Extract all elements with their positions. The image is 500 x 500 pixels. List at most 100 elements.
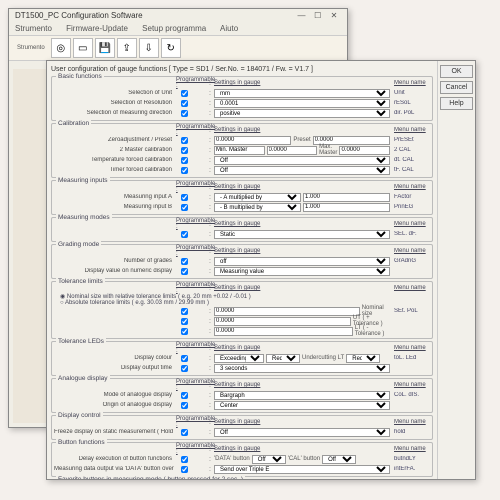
extra-input[interactable] xyxy=(303,193,390,202)
row-control: LT ( - Tolerance ) xyxy=(214,325,390,337)
dialog-side-buttons: OK Cancel Help xyxy=(437,61,475,479)
group-tol: Tolerance limitsProgrammable ::Settings … xyxy=(51,281,433,339)
row-control: - B multiplied by xyxy=(214,203,390,212)
select-exceed[interactable]: Exceeding UT xyxy=(214,354,264,363)
row-control: Off xyxy=(214,428,390,437)
programmable-checkbox[interactable] xyxy=(176,426,206,439)
tool-refresh-icon[interactable]: ↻ xyxy=(161,38,181,58)
value-select[interactable]: Static xyxy=(214,230,390,239)
select-b[interactable]: Off xyxy=(322,455,356,464)
tool-open-icon[interactable]: ▭ xyxy=(73,38,93,58)
group-label: Calibration xyxy=(56,120,91,127)
select-a[interactable]: Off xyxy=(252,455,286,464)
main-title: DT1500_PC Configuration Software xyxy=(15,11,143,20)
group-btnfn: Button functionsProgrammable ::Settings … xyxy=(51,442,433,477)
col-settings: Settings in gauge xyxy=(214,184,390,190)
row-label: Temperature forced calibration xyxy=(54,157,174,163)
group-label: Basic functions xyxy=(56,73,104,80)
maximize-icon[interactable]: ☐ xyxy=(311,11,325,20)
value-select[interactable]: - B multiplied by xyxy=(214,203,301,212)
cancel-button[interactable]: Cancel xyxy=(440,81,473,94)
value-select[interactable]: Off xyxy=(214,156,390,165)
value-select[interactable]: off xyxy=(214,257,390,266)
value-select[interactable]: Bargraph xyxy=(214,391,390,400)
programmable-checkbox[interactable] xyxy=(176,463,206,476)
menu-name: dt. CAL xyxy=(392,157,430,163)
extra-input[interactable] xyxy=(339,146,390,155)
row-control: 'DATA' buttonOff'CAL' buttonOff xyxy=(214,455,390,464)
row-label: Measuring input A xyxy=(54,194,174,200)
config-title: User configuration of gauge functions [ … xyxy=(51,64,433,76)
menu-setup[interactable]: Setup programma xyxy=(142,24,206,33)
programmable-checkbox[interactable] xyxy=(176,399,206,412)
menu-name: PrESEt xyxy=(392,137,430,143)
row-label: Mode of analogue display xyxy=(54,392,174,398)
col-menu: Menu name xyxy=(392,382,430,388)
menu-name: SEL. dF. xyxy=(392,231,430,237)
value-select[interactable]: 3 seconds xyxy=(214,364,390,373)
col-settings: Settings in gauge xyxy=(214,285,390,291)
menu-name: rESoL xyxy=(392,100,430,106)
tool-save-icon[interactable]: 💾 xyxy=(95,38,115,58)
toolbar-tab-label[interactable]: Strumento xyxy=(13,45,49,51)
tool-upload-icon[interactable]: ⇪ xyxy=(117,38,137,58)
menu-name: toL. LEd xyxy=(392,355,430,361)
row-control: Static xyxy=(214,230,390,239)
row-label: Number of grades xyxy=(54,258,174,264)
row-label: Measuring data output via 'DATA' button … xyxy=(54,466,174,472)
value-input[interactable] xyxy=(214,327,353,336)
minimize-icon[interactable]: — xyxy=(295,11,309,20)
window-controls: — ☐ ✕ xyxy=(295,11,341,20)
row-control: mm xyxy=(214,89,390,98)
tool-download-icon[interactable]: ⇩ xyxy=(139,38,159,58)
row-label: Display value on numeric display xyxy=(54,268,174,274)
tol-opt-relative[interactable]: ◉ Nominal size with relative tolerance l… xyxy=(54,293,430,300)
programmable-checkbox[interactable] xyxy=(176,107,206,120)
row-label: Selection of Resolution xyxy=(54,100,174,106)
value-select[interactable]: mm xyxy=(214,89,390,98)
close-icon[interactable]: ✕ xyxy=(327,11,341,20)
tool-target-icon[interactable]: ◎ xyxy=(51,38,71,58)
value-select[interactable]: 0.0001 xyxy=(214,99,390,108)
programmable-checkbox[interactable] xyxy=(176,164,206,177)
group-calib: CalibrationProgrammable ::Settings in ga… xyxy=(51,123,433,178)
extra-input[interactable] xyxy=(303,203,390,212)
ok-button[interactable]: OK xyxy=(440,65,473,78)
row-control: 0.0001 xyxy=(214,99,390,108)
menu-firmware[interactable]: Firmware-Update xyxy=(66,24,128,33)
value-select[interactable]: Measuring value xyxy=(214,267,390,276)
col-menu: Menu name xyxy=(392,419,430,425)
row-label: Timer forced calibration xyxy=(54,167,174,173)
value-input-2[interactable] xyxy=(267,146,318,155)
value-select[interactable]: Off xyxy=(214,428,390,437)
menu-name: FActor xyxy=(392,194,430,200)
menu-name: Unit xyxy=(392,90,430,96)
group-label: Button functions xyxy=(56,439,107,446)
menu-aiuto[interactable]: Aiuto xyxy=(220,24,238,33)
value-input[interactable] xyxy=(214,146,265,155)
programmable-checkbox[interactable] xyxy=(176,201,206,214)
value-select[interactable]: Center xyxy=(214,401,390,410)
main-titlebar: DT1500_PC Configuration Software — ☐ ✕ xyxy=(9,9,347,22)
value-select[interactable]: positive xyxy=(214,109,390,118)
programmable-checkbox[interactable] xyxy=(176,362,206,375)
main-menubar: Strumento Firmware-Update Setup programm… xyxy=(9,22,347,35)
row: Measuring data output via 'DATA' button … xyxy=(54,464,430,474)
help-button[interactable]: Help xyxy=(440,97,473,110)
value-select[interactable]: Off xyxy=(214,166,390,175)
group-dctrl: Display controlProgrammable ::Settings i… xyxy=(51,415,433,440)
row-control: Exceeding UTRedUndercutting LTRed xyxy=(214,354,390,363)
programmable-checkbox[interactable] xyxy=(176,325,206,338)
value-select[interactable]: Send over Triple E xyxy=(214,465,390,474)
menu-strumento[interactable]: Strumento xyxy=(15,24,52,33)
value-select[interactable]: - A multiplied by xyxy=(214,193,301,202)
col-menu: Menu name xyxy=(392,127,430,133)
row-label: Selection of measuring direction xyxy=(54,110,174,116)
col-menu: Menu name xyxy=(392,285,430,291)
select-col1[interactable]: Red xyxy=(266,354,300,363)
programmable-checkbox[interactable] xyxy=(176,228,206,241)
col-settings: Settings in gauge xyxy=(214,419,390,425)
menu-name: dir. PoL xyxy=(392,110,430,116)
select-col2[interactable]: Red xyxy=(346,354,380,363)
programmable-checkbox[interactable] xyxy=(176,265,206,278)
